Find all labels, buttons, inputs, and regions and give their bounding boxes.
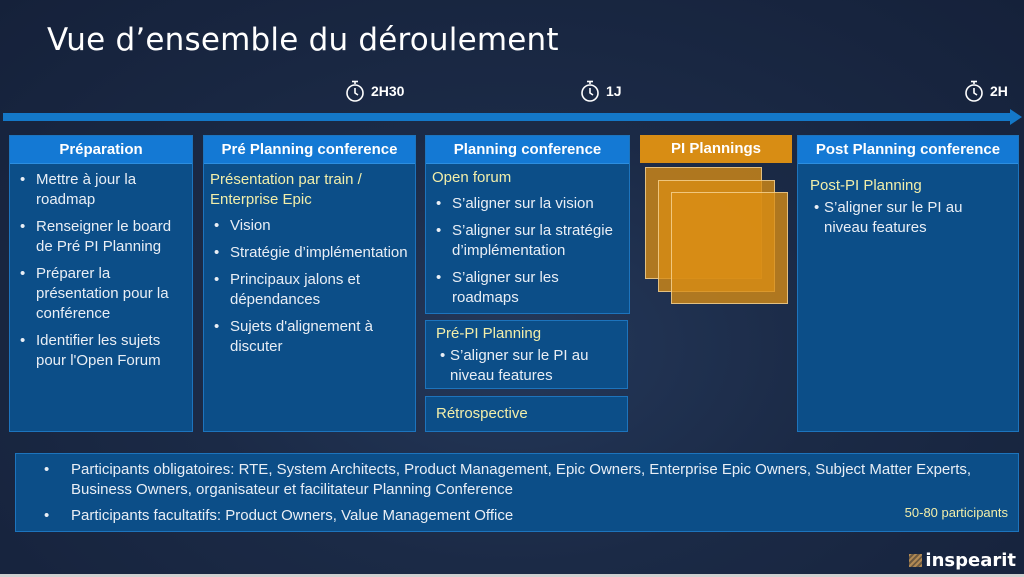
phase-preparation: Préparation Mettre à jour la roadmap Ren… bbox=[9, 135, 193, 432]
page-title: Vue d’ensemble du déroulement bbox=[47, 22, 559, 58]
phase-pre-planning-conference: Pré Planning conference Présentation par… bbox=[203, 135, 416, 432]
subhead-retrospective: Rétrospective bbox=[436, 405, 528, 422]
timeline-marker-1j: 1J bbox=[580, 80, 622, 102]
list-item: S’aligner sur la stratégie d’implémentat… bbox=[432, 221, 623, 261]
stopwatch-icon bbox=[346, 80, 364, 102]
subhead: Post-PI Planning bbox=[810, 177, 922, 194]
participants-list: Participants obligatoires: RTE, System A… bbox=[30, 460, 1018, 526]
participant-count: 50-80 participants bbox=[904, 505, 1008, 520]
phase-header: Planning conference bbox=[426, 136, 629, 164]
bullet-list: S’aligner sur le PI au niveau features bbox=[436, 346, 617, 386]
subhead: Présentation par train / Enterprise Epic bbox=[210, 171, 362, 208]
bullet-list: S’aligner sur le PI au niveau features bbox=[810, 198, 1006, 238]
list-item: Participants facultatifs: Product Owners… bbox=[30, 506, 1018, 526]
list-item: S’aligner sur les roadmaps bbox=[432, 268, 623, 308]
bullet-list: Vision Stratégie d’implémentation Princi… bbox=[210, 216, 409, 357]
logo-text: inspearit bbox=[925, 550, 1016, 571]
list-item: S’aligner sur le PI au niveau features bbox=[810, 198, 1006, 238]
phase-planning-conference: Planning conference Open forum S’aligner… bbox=[425, 135, 630, 314]
phase-post-planning-conference: Post Planning conference Post-PI Plannin… bbox=[797, 135, 1019, 432]
pi-planning-square-3 bbox=[671, 192, 788, 304]
inspearit-logo: inspearit bbox=[909, 550, 1016, 571]
phase-header: Préparation bbox=[10, 136, 192, 164]
logo-mark-icon bbox=[909, 554, 923, 567]
timeline-arrow-icon bbox=[1010, 109, 1022, 125]
bullet-list: S’aligner sur la vision S’aligner sur la… bbox=[432, 194, 623, 308]
list-item: Vision bbox=[210, 216, 409, 236]
timeline-marker-label: 2H bbox=[990, 83, 1008, 99]
phase-header: Post Planning conference bbox=[798, 136, 1018, 164]
planning-pre-pi-box: Pré-PI Planning S’aligner sur le PI au n… bbox=[425, 320, 628, 389]
list-item: S’aligner sur la vision bbox=[432, 194, 623, 214]
timeline-bar bbox=[3, 113, 1011, 121]
list-item: Renseigner le board de Pré PI Planning bbox=[16, 217, 186, 257]
list-item: Participants obligatoires: RTE, System A… bbox=[30, 460, 1018, 500]
subhead-open-forum: Open forum bbox=[432, 169, 512, 186]
timeline-marker-label: 1J bbox=[606, 83, 622, 99]
timeline-marker-label: 2H30 bbox=[371, 83, 405, 99]
phase-header: Pré Planning conference bbox=[204, 136, 415, 164]
stopwatch-icon bbox=[581, 80, 599, 102]
phase-pi-plannings-header: PI Plannings bbox=[640, 135, 792, 163]
participants-box: Participants obligatoires: RTE, System A… bbox=[15, 453, 1019, 532]
list-item: Principaux jalons et dépendances bbox=[210, 270, 409, 310]
stopwatch-icon bbox=[965, 80, 983, 102]
list-item: Sujets d'alignement à discuter bbox=[210, 317, 409, 357]
timeline-marker-2h30: 2H30 bbox=[345, 80, 404, 102]
timeline-marker-2h: 2H bbox=[964, 80, 1008, 102]
list-item: Stratégie d’implémentation bbox=[210, 243, 409, 263]
list-item: Préparer la présentation pour la confére… bbox=[16, 264, 186, 324]
bullet-list: Mettre à jour la roadmap Renseigner le b… bbox=[16, 170, 186, 371]
planning-retrospective-box: Rétrospective bbox=[425, 396, 628, 432]
subhead-pre-pi-planning: Pré-PI Planning bbox=[436, 325, 542, 342]
list-item: Mettre à jour la roadmap bbox=[16, 170, 186, 210]
list-item: Identifier les sujets pour l'Open Forum bbox=[16, 331, 186, 371]
list-item: S’aligner sur le PI au niveau features bbox=[436, 346, 617, 386]
